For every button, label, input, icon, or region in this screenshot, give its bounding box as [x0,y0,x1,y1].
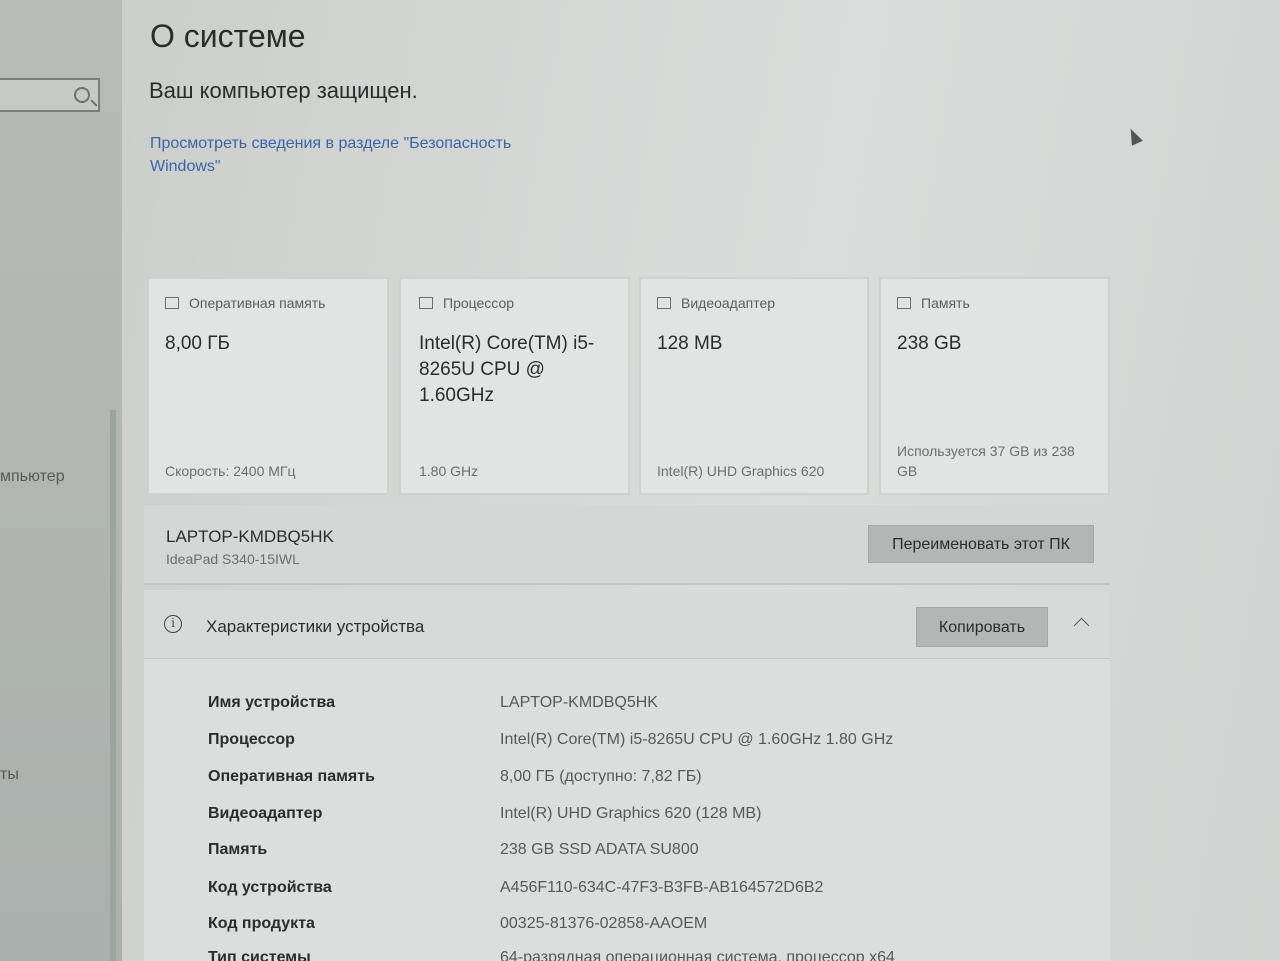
gpu-icon [657,297,671,309]
spec-key: Процессор [208,731,295,748]
copy-button[interactable]: Копировать [916,607,1048,647]
card-gpu: Видеоадаптер 128 MB Intel(R) UHD Graphic… [639,277,869,495]
search-icon[interactable] [74,87,90,103]
spec-value: A456F110-634C-47F3-B3FB-AB164572D6B2 [500,879,824,896]
device-specs-title: Характеристики устройства [206,617,425,636]
main-content: О системе Ваш компьютер защищен. Просмот… [122,0,1280,961]
card-subtext: Скорость: 2400 МГц [165,463,296,479]
spec-value: LAPTOP-KMDBQ5HK [500,694,658,711]
spec-key: Видеоадаптер [208,805,323,822]
info-icon: i [164,615,182,633]
card-value: 128 MB [657,333,723,354]
spec-key: Память [208,841,268,858]
spec-row: Код продукта 00325-81376-02858-AAOEM [144,915,1110,951]
spec-key: Тип системы [208,949,311,961]
spec-row: Имя устройства LAPTOP-KMDBQ5HK [144,694,1110,730]
device-name-bar: LAPTOP-KMDBQ5HK IdeaPad S340-15IWL Переи… [144,505,1110,585]
storage-icon [897,297,911,309]
sidebar-item-partial[interactable]: ты [0,766,19,784]
rename-pc-button[interactable]: Переименовать этот ПК [868,525,1094,563]
chevron-up-icon[interactable] [1073,617,1090,634]
spec-value: Intel(R) UHD Graphics 620 (128 MB) [500,805,762,822]
cpu-icon [419,297,433,309]
spec-row: Видеоадаптер Intel(R) UHD Graphics 620 (1… [144,805,1110,841]
spec-value: Intel(R) Core(TM) i5-8265U CPU @ 1.60GHz… [500,731,894,748]
sidebar-item-computer[interactable]: мпьютер [0,468,65,486]
card-value: Intel(R) Core(TM) i5-8265U CPU @ 1.60GHz [419,333,595,406]
spec-key: Код устройства [208,879,332,896]
windows-security-link[interactable]: Просмотреть сведения в разделе "Безопасн… [150,132,570,178]
protection-status: Ваш компьютер защищен. [149,78,418,103]
spec-value: 238 GB SSD ADATA SU800 [500,841,699,858]
spec-value: 8,00 ГБ (доступно: 7,82 ГБ) [500,768,702,785]
spec-row: Память 238 GB SSD ADATA SU800 [144,841,1110,877]
memory-icon [165,297,179,309]
spec-value: 64-разрядная операционная система, проце… [500,949,895,961]
spec-value: 00325-81376-02858-AAOEM [500,915,708,932]
page-title: О системе [150,18,306,54]
card-storage: Память 238 GB Используется 37 GB из 238 … [879,277,1110,495]
card-title: Оперативная память [189,295,326,311]
device-specs-header[interactable]: i Характеристики устройства Копировать [144,590,1110,659]
card-value: 8,00 ГБ [165,333,231,354]
spec-row: Тип системы 64-разрядная операционная сис… [144,949,1110,961]
mouse-cursor-icon [1125,126,1143,146]
card-subtext: Используется 37 GB из 238 GB [897,443,1075,479]
device-name: LAPTOP-KMDBQ5HK [166,527,334,546]
spec-row: Оперативная память 8,00 ГБ (доступно: 7,8… [144,768,1110,804]
card-ram: Оперативная память 8,00 ГБ Скорость: 240… [147,277,389,495]
sidebar-divider [110,410,116,961]
card-subtext: 1.80 GHz [419,463,479,479]
card-cpu: Процессор Intel(R) Core(TM) i5-8265U CPU… [399,277,630,495]
card-title: Память [921,295,970,311]
spec-row: Код устройства A456F110-634C-47F3-B3FB-AB… [144,879,1110,915]
spec-row: Процессор Intel(R) Core(TM) i5-8265U CPU … [144,731,1110,767]
card-title: Видеоадаптер [681,295,776,311]
card-title: Процессор [443,295,515,311]
card-subtext: Intel(R) UHD Graphics 620 [657,463,825,479]
device-model: IdeaPad S340-15IWL [166,551,300,567]
sidebar: мпьютер ты [0,0,122,961]
spec-key: Имя устройства [208,694,335,711]
spec-key: Оперативная память [208,768,375,785]
spec-key: Код продукта [208,915,315,932]
card-value: 238 GB [897,333,962,354]
device-specs-panel: i Характеристики устройства Копировать И… [144,590,1110,961]
search-input[interactable] [0,78,100,112]
